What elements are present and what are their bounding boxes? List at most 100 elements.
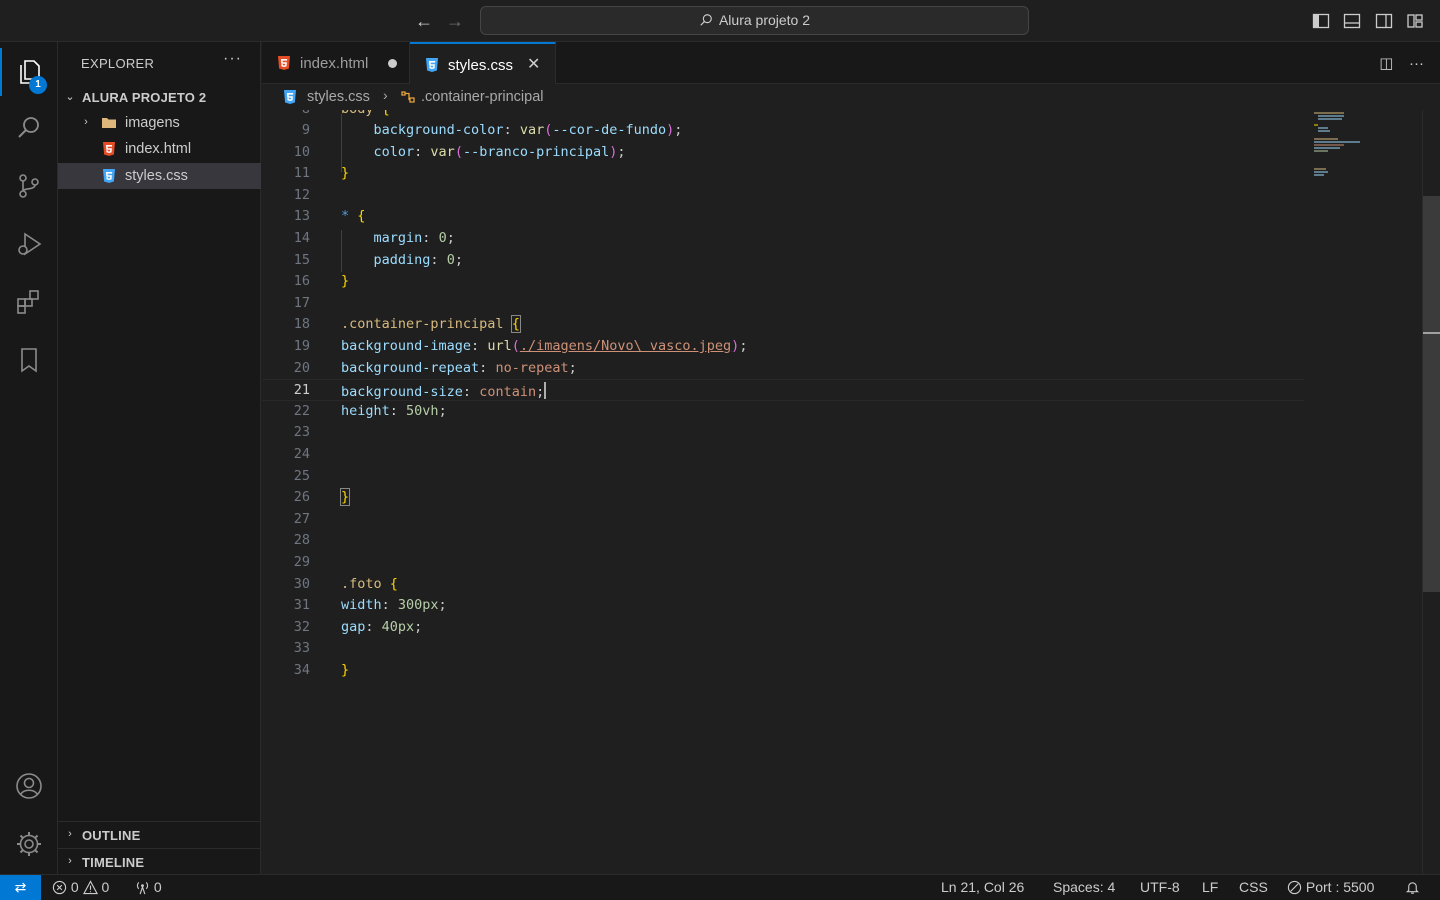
customize-layout-icon[interactable] xyxy=(1405,11,1425,31)
gear-icon[interactable] xyxy=(0,820,58,868)
outline-panel-header[interactable]: › OUTLINE xyxy=(58,821,261,848)
back-arrow-icon[interactable]: ← xyxy=(412,9,436,33)
title-bar: ← → Alura projeto 2 xyxy=(0,0,1440,42)
code-line[interactable]: 29 xyxy=(262,552,1304,574)
language-mode[interactable]: CSS xyxy=(1239,879,1268,895)
explorer-badge: 1 xyxy=(29,76,47,94)
no-entry-icon xyxy=(1287,880,1302,895)
broadcast-icon xyxy=(136,881,149,895)
status-bar: ⇄ 0 0 0 Ln 21, Col 26 Spaces: 4 UTF-8 LF… xyxy=(0,874,1440,900)
split-editor-icon[interactable]: ◫ xyxy=(1379,54,1393,72)
code-line[interactable]: 33 xyxy=(262,638,1304,660)
bookmark-icon[interactable] xyxy=(0,336,58,384)
code-line[interactable]: 19 background-image: url(./imagens/Novo\ … xyxy=(262,336,1304,358)
code-line[interactable]: 10 color: var(--branco-principal); xyxy=(262,142,1304,164)
search-icon xyxy=(700,14,712,26)
code-line[interactable]: 11} xyxy=(262,163,1304,185)
code-line[interactable]: 20 background-repeat: no-repeat; xyxy=(262,358,1304,380)
toggle-primary-sidebar-icon[interactable] xyxy=(1311,11,1331,31)
timeline-label: TIMELINE xyxy=(82,855,145,870)
run-debug-icon[interactable] xyxy=(0,220,58,268)
search-icon[interactable] xyxy=(0,104,58,152)
selector-symbol-icon xyxy=(401,91,415,103)
live-server-port[interactable]: Port : 5500 xyxy=(1287,879,1374,895)
code-line[interactable]: 28 xyxy=(262,530,1304,552)
error-count: 0 xyxy=(70,879,79,895)
folder-icon xyxy=(102,118,116,128)
text-cursor xyxy=(544,382,547,400)
end-of-line[interactable]: LF xyxy=(1202,879,1218,895)
breadcrumb-file[interactable]: styles.css xyxy=(307,89,370,105)
port-label: Port : 5500 xyxy=(1305,879,1375,895)
toggle-secondary-sidebar-icon[interactable] xyxy=(1374,11,1394,31)
code-line[interactable]: 17 xyxy=(262,293,1304,315)
code-line[interactable]: 32 gap: 40px; xyxy=(262,617,1304,639)
minimap[interactable] xyxy=(1310,110,1420,874)
tab-index-html[interactable]: index.html xyxy=(262,42,410,84)
account-icon[interactable] xyxy=(0,762,58,810)
tree-item-styles-css[interactable]: styles.css xyxy=(58,163,261,189)
code-line[interactable]: 25 xyxy=(262,466,1304,488)
tree-item-index-html[interactable]: index.html xyxy=(58,136,261,162)
scrollbar-thumb[interactable] xyxy=(1423,196,1440,592)
more-actions-icon[interactable]: ··· xyxy=(223,50,242,68)
code-line[interactable]: 8body { xyxy=(262,110,1304,121)
warning-icon xyxy=(82,880,98,895)
code-line[interactable]: 13 * { xyxy=(262,206,1304,228)
code-line-current[interactable]: 21 background-size: contain; xyxy=(262,379,1304,401)
tree-item-imagens[interactable]: › imagens xyxy=(58,110,261,136)
close-icon[interactable]: ✕ xyxy=(527,54,540,74)
workspace-folder-label: ALURA PROJETO 2 xyxy=(82,90,207,105)
tree-item-label: imagens xyxy=(125,115,180,131)
forward-arrow-icon[interactable]: → xyxy=(443,9,467,33)
code-line[interactable]: 30 .foto { xyxy=(262,574,1304,596)
chevron-down-icon: ⌄ xyxy=(65,91,75,103)
tree-item-label: styles.css xyxy=(125,168,188,184)
indentation[interactable]: Spaces: 4 xyxy=(1053,879,1115,895)
explorer-icon[interactable]: 1 xyxy=(0,48,58,96)
code-line[interactable]: 27 xyxy=(262,509,1304,531)
chevron-right-icon: › xyxy=(68,828,72,840)
css-file-icon xyxy=(426,58,438,72)
source-control-icon[interactable] xyxy=(0,162,58,210)
more-actions-icon[interactable]: ··· xyxy=(1409,55,1424,72)
problems-indicator[interactable]: 0 0 xyxy=(52,879,109,895)
code-line[interactable]: 9 background-color: var(--cor-de-fundo); xyxy=(262,120,1304,142)
code-line[interactable]: 34} xyxy=(262,660,1304,682)
code-line[interactable]: 23 xyxy=(262,422,1304,444)
code-line[interactable]: 14 margin: 0; xyxy=(262,228,1304,250)
workspace-folder-header[interactable]: ⌄ ALURA PROJETO 2 xyxy=(58,87,261,109)
code-line[interactable]: 18 .container-principal { xyxy=(262,314,1304,336)
editor-tab-bar: index.html styles.css ✕ ◫ ··· xyxy=(262,42,1440,85)
css-file-icon xyxy=(284,90,296,104)
breadcrumb-symbol[interactable]: .container-principal xyxy=(421,89,544,105)
window-title: Alura projeto 2 xyxy=(718,12,811,28)
chevron-right-icon: › xyxy=(68,855,72,867)
command-center-search[interactable]: Alura projeto 2 xyxy=(480,6,1029,35)
css-file-icon xyxy=(103,169,115,183)
code-line[interactable]: 16} xyxy=(262,271,1304,293)
unsaved-dot-icon[interactable] xyxy=(388,59,397,68)
code-line[interactable]: 26} xyxy=(262,487,1304,509)
code-line[interactable]: 31 width: 300px; xyxy=(262,595,1304,617)
ports-indicator[interactable]: 0 xyxy=(135,879,162,895)
explorer-sidebar: EXPLORER ··· ⌄ ALURA PROJETO 2 › imagens… xyxy=(58,42,261,874)
code-line[interactable]: 12 xyxy=(262,185,1304,207)
remote-indicator-icon[interactable]: ⇄ xyxy=(0,875,41,900)
encoding[interactable]: UTF-8 xyxy=(1140,879,1180,895)
warning-count: 0 xyxy=(101,879,110,895)
code-editor[interactable]: 8body { 9 background-color: var(--cor-de… xyxy=(262,110,1440,874)
timeline-panel-header[interactable]: › TIMELINE xyxy=(58,848,261,875)
cursor-position[interactable]: Ln 21, Col 26 xyxy=(941,879,1024,895)
editor-actions: ◫ ··· xyxy=(1367,54,1424,72)
code-line[interactable]: 24 xyxy=(262,444,1304,466)
code-line[interactable]: 15 padding: 0; xyxy=(262,250,1304,272)
tab-styles-css[interactable]: styles.css ✕ xyxy=(410,42,556,85)
code-line[interactable]: 22 height: 50vh; xyxy=(262,401,1304,423)
sidebar-title: EXPLORER xyxy=(81,56,155,71)
error-icon xyxy=(52,880,67,895)
breadcrumb: styles.css › .container-principal xyxy=(262,84,1440,110)
toggle-panel-icon[interactable] xyxy=(1342,11,1362,31)
notifications-bell-icon[interactable] xyxy=(1405,879,1420,895)
extensions-icon[interactable] xyxy=(0,278,58,326)
